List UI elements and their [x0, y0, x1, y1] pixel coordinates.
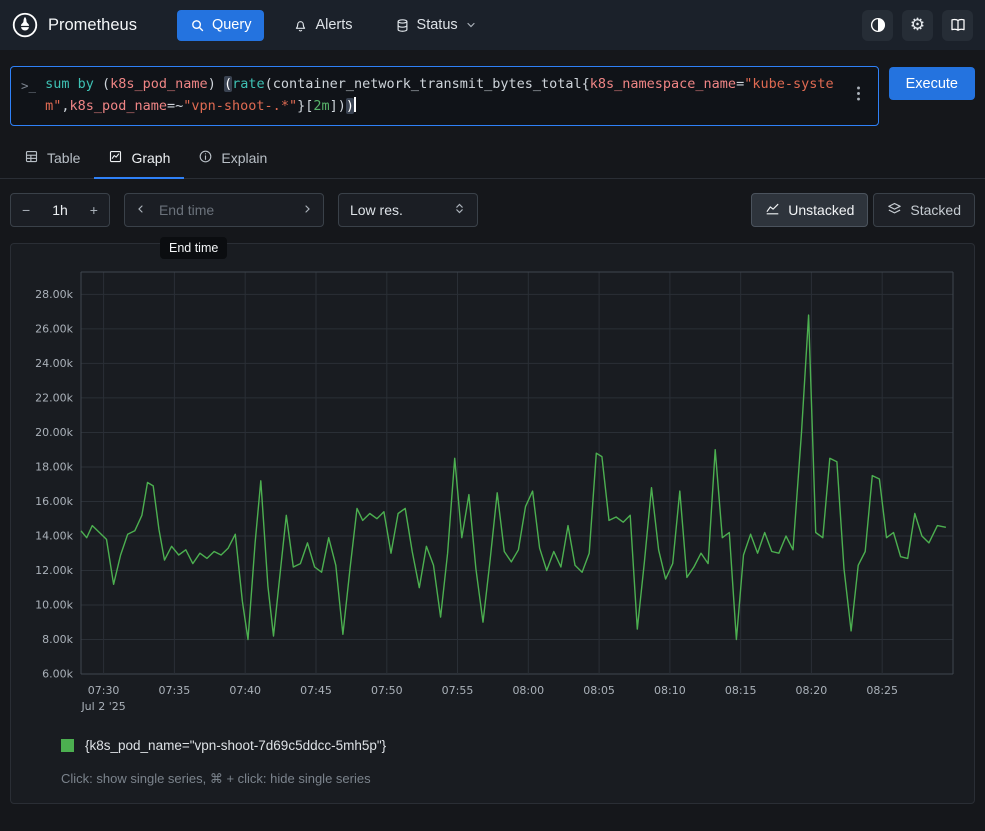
nav-status-label: Status — [417, 17, 458, 33]
execute-button[interactable]: Execute — [889, 67, 975, 100]
svg-text:24.00k: 24.00k — [35, 357, 73, 370]
resolution-select[interactable]: Low res. — [338, 193, 478, 227]
svg-text:26.00k: 26.00k — [35, 322, 73, 335]
svg-text:08:10: 08:10 — [654, 684, 686, 697]
range-decrease-button[interactable]: − — [11, 202, 41, 218]
table-icon — [24, 149, 39, 167]
text-cursor — [354, 97, 356, 112]
unstacked-label: Unstacked — [788, 202, 854, 218]
info-icon — [198, 149, 213, 167]
chevron-left-icon[interactable] — [125, 202, 157, 218]
svg-text:07:50: 07:50 — [371, 684, 403, 697]
range-value[interactable]: 1h — [41, 202, 79, 218]
legend-swatch — [61, 739, 74, 752]
prometheus-logo-icon — [12, 12, 38, 38]
stacked-icon — [887, 201, 902, 219]
range-selector: − 1h + — [10, 193, 110, 227]
svg-text:28.00k: 28.00k — [35, 288, 73, 301]
svg-text:07:55: 07:55 — [442, 684, 474, 697]
query-row: >_ sum by (k8s_pod_name) (rate(container… — [0, 50, 985, 126]
book-icon — [949, 16, 967, 34]
theme-toggle-button[interactable] — [862, 10, 893, 41]
unstacked-icon — [765, 201, 780, 219]
graph-icon — [108, 149, 123, 167]
svg-text:07:45: 07:45 — [300, 684, 332, 697]
contrast-icon — [869, 16, 887, 34]
svg-text:07:35: 07:35 — [159, 684, 191, 697]
navbar: Prometheus Query Alerts Status — [0, 0, 985, 50]
svg-text:08:05: 08:05 — [583, 684, 615, 697]
bell-icon — [293, 18, 308, 33]
svg-text:08:00: 08:00 — [512, 684, 544, 697]
chart-svg[interactable]: 6.00k 8.00k 10.00k 12.00k 14.00k 16.00k 18.00k… — [23, 262, 963, 717]
tab-explain-label: Explain — [221, 150, 267, 166]
nav-query-label: Query — [212, 17, 252, 33]
svg-text:07:40: 07:40 — [229, 684, 261, 697]
end-time-picker — [124, 193, 324, 227]
svg-text:18.00k: 18.00k — [35, 460, 73, 473]
svg-text:16.00k: 16.00k — [35, 495, 73, 508]
stacking-toggle: Unstacked Stacked — [751, 193, 975, 227]
terminal-prompt-icon: >_ — [21, 74, 36, 93]
nav-query-button[interactable]: Query — [177, 10, 265, 41]
tab-bar: Table Graph Explain — [0, 140, 985, 179]
graph-panel: 6.00k 8.00k 10.00k 12.00k 14.00k 16.00k 18.00k… — [10, 243, 975, 804]
chart-area: 6.00k 8.00k 10.00k 12.00k 14.00k 16.00k 18.00k… — [23, 262, 963, 722]
page-title: Prometheus — [48, 16, 137, 35]
legend-item[interactable]: {k8s_pod_name="vpn-shoot-7d69c5ddcc-5mh5… — [23, 722, 962, 755]
chevron-down-icon — [465, 19, 477, 31]
svg-text:22.00k: 22.00k — [35, 391, 73, 404]
tab-table-label: Table — [47, 150, 80, 166]
end-time-tooltip: End time — [160, 237, 227, 259]
tab-explain[interactable]: Explain — [184, 140, 281, 179]
nav-status-button[interactable]: Status — [382, 10, 490, 41]
range-increase-button[interactable]: + — [79, 202, 109, 218]
svg-text:6.00k: 6.00k — [42, 667, 73, 680]
unstacked-button[interactable]: Unstacked — [751, 193, 868, 227]
query-input[interactable]: >_ sum by (k8s_pod_name) (rate(container… — [10, 66, 879, 126]
settings-button[interactable]: ⚙ — [902, 10, 933, 41]
kebab-menu-icon[interactable] — [849, 83, 868, 109]
tab-table[interactable]: Table — [10, 140, 94, 179]
search-icon — [190, 18, 205, 33]
svg-text:07:30: 07:30 — [88, 684, 120, 697]
nav-alerts-label: Alerts — [315, 17, 352, 33]
svg-text:10.00k: 10.00k — [35, 598, 73, 611]
gear-icon: ⚙ — [910, 15, 925, 35]
resolution-value: Low res. — [350, 202, 403, 218]
end-time-input[interactable] — [157, 201, 291, 219]
svg-text:12.00k: 12.00k — [35, 564, 73, 577]
chevron-right-icon[interactable] — [291, 202, 323, 218]
tab-graph[interactable]: Graph — [94, 140, 184, 179]
legend-label: {k8s_pod_name="vpn-shoot-7d69c5ddcc-5mh5… — [85, 738, 386, 753]
stacked-button[interactable]: Stacked — [873, 193, 975, 227]
legend-help-text: Click: show single series, ⌘ + click: hi… — [23, 755, 962, 793]
svg-text:14.00k: 14.00k — [35, 529, 73, 542]
docs-button[interactable] — [942, 10, 973, 41]
tab-graph-label: Graph — [131, 150, 170, 166]
graph-controls: − 1h + Low res. Unstacked — [0, 179, 985, 241]
database-icon — [395, 18, 410, 33]
svg-text:20.00k: 20.00k — [35, 426, 73, 439]
svg-text:8.00k: 8.00k — [42, 633, 73, 646]
brand[interactable]: Prometheus — [12, 12, 137, 38]
selector-updown-icon — [453, 202, 466, 218]
query-expression[interactable]: sum by (k8s_pod_name) (rate(container_ne… — [45, 74, 840, 118]
nav-alerts-button[interactable]: Alerts — [280, 10, 365, 41]
stacked-label: Stacked — [910, 202, 961, 218]
svg-text:08:15: 08:15 — [725, 684, 757, 697]
svg-text:08:25: 08:25 — [866, 684, 898, 697]
svg-text:Jul 2 '25: Jul 2 '25 — [80, 700, 125, 713]
svg-text:08:20: 08:20 — [796, 684, 828, 697]
